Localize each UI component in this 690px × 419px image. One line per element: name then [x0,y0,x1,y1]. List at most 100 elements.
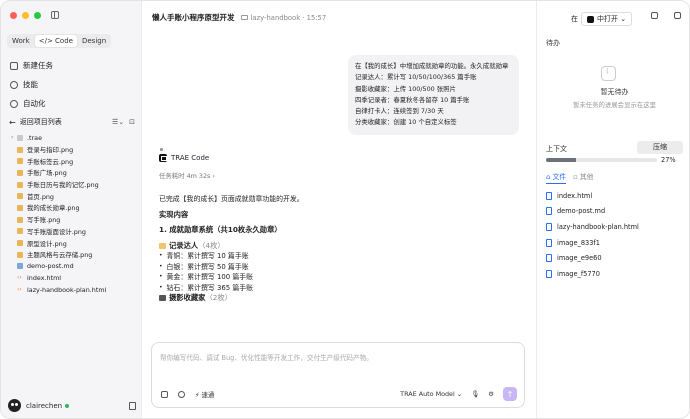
message-line: 分类收藏家：创建 10 个自定义标签 [355,118,457,127]
html-file-icon: ‹› [17,274,22,282]
terminal-icon[interactable] [651,12,658,19]
minimize-window-button[interactable] [22,12,29,19]
list-item-text: 钻石：累计撰写 365 篇手账 [166,283,253,292]
composer-left-tools: ⚡ 速通 [161,390,214,399]
mode-design[interactable]: Design [78,35,110,47]
tab-label: 文件 [552,173,567,181]
agent-name: TRAE Code [171,154,210,162]
group-count: （4枚） [198,240,225,250]
list-item[interactable]: index.html [546,188,639,204]
list-item[interactable]: image_833f1 [546,235,639,251]
mode-code[interactable]: </> Code [34,35,77,47]
user-message: 在【我的成长】中增加成就勋章的功能。永久成就勋章 记录达人：累计写 10/50/… [348,55,519,135]
list-item[interactable]: image_f5770 [546,266,639,282]
message-line: 记录达人：累计写 10/50/100/365 篇手账 [355,73,477,82]
model-selector[interactable]: TRAE Auto Model ⌄ [400,390,462,398]
open-in-label: 中打开 ⌄ [597,15,627,23]
file-tree-item[interactable]: 登录与指印.png [11,144,139,156]
open-in-prefix: 在 [571,15,578,23]
composer-right-tools: TRAE Auto Model ⌄ 🎙︎ ⚙︎ ↑ [400,387,517,401]
task-duration[interactable]: 任务耗时 4m 32s › [159,171,215,180]
microphone-icon[interactable]: 🎙︎ [471,390,479,398]
file-icon [546,269,552,278]
file-tree-item[interactable]: ‹› index.html [11,272,139,284]
sidebar-item-new-task[interactable]: 新建任务 [10,56,53,75]
docs-icon[interactable] [129,401,136,410]
task-title: 懒人手账小程序原型开发 [152,13,235,22]
badge-group-title: 记录达人（4枚） [159,241,519,252]
context-file-list: index.html demo-post.md lazy-handbook-pl… [546,188,639,282]
todo-empty-icon [601,66,616,81]
sidebar-toggle-icon[interactable] [51,11,59,19]
file-icon [546,207,552,216]
file-tree-tools: ☰⌄ ⊡ [112,118,135,126]
back-to-projects[interactable]: ← 返回项目列表 ☰⌄ ⊡ [9,117,135,127]
left-sidebar: Work </> Code Design 新建任务 技能 自动化 ← 返回项目列… [1,1,142,418]
attach-context-icon[interactable] [161,391,168,398]
group-label: 记录达人 [169,240,199,250]
file-tree-item[interactable]: 原型设计.png [11,237,139,249]
maximize-window-button[interactable] [34,12,41,19]
file-name: 手账日历与我的记忆.png [27,181,99,190]
image-file-icon [17,228,23,235]
agent-reply: 已完成【我的成长】页面成就勋章功能的开发。 实现内容 1. 成就勋章系统（共10… [159,194,519,304]
sidebar-item-skills[interactable]: 技能 [10,75,53,94]
context-file-name: image_833f1 [557,238,600,247]
image-file-icon [17,181,23,188]
new-file-icon[interactable]: ⊡ [129,118,135,126]
file-tree-item[interactable]: 我的成长勋章.png [11,202,139,214]
sidebar-item-label: 新建任务 [23,61,53,70]
context-file-name: image_e9e60 [557,254,602,263]
file-tree-item[interactable]: 主题风格与云存储.png [11,249,139,261]
file-tree-item[interactable]: ‹› lazy-handbook-plan.html [11,284,139,296]
compress-button[interactable]: 压缩 [637,141,683,154]
composer-placeholder: 帮你编写代码、调试 Bug、优化性能等开发工作，交付生产级代码产物。 [160,354,373,362]
send-button[interactable]: ↑ [503,387,517,401]
file-tree-item[interactable]: 手账日历与我的记忆.png [11,179,139,191]
file-tree-item[interactable]: 手账广场.png [11,167,139,179]
app-window: Work </> Code Design 新建任务 技能 自动化 ← 返回项目列… [0,0,690,419]
group-count: （2枚） [205,293,233,302]
user-profile[interactable]: clairechen [8,399,136,412]
html-file-icon: ‹› [17,285,22,293]
file-name: .trae [27,133,43,142]
file-tree-item[interactable]: demo-post.md [11,261,139,273]
list-item[interactable]: lazy-handbook-plan.html [546,219,639,235]
panel-layout-icon[interactable] [674,12,681,19]
file-name: demo-post.md [27,262,74,271]
todo-empty-subtitle: 暂未任务的进展会显示在这里 [572,101,657,109]
file-tree-item[interactable]: 写手账版面设计.png [11,226,139,238]
back-label: 返回项目列表 [19,118,62,126]
context-file-name: lazy-handbook-plan.html [557,222,639,231]
list-item[interactable]: image_e9e60 [546,250,639,266]
speed-mode-button[interactable]: ⚡ 速通 [195,390,214,399]
tab-other[interactable]: ▫ 其他 [573,171,593,184]
message-line: 摄影收藏家：上传 100/500 张照片 [355,84,456,93]
list-view-icon[interactable]: ☰⌄ [112,118,124,126]
file-tree-item[interactable]: 写手账.png [11,214,139,226]
back-arrow-icon: ← [9,117,16,127]
message-composer[interactable]: 帮你编写代码、调试 Bug、优化性能等开发工作，交付生产级代码产物。 ⚡ 速通 … [151,342,525,408]
skills-icon [10,80,18,89]
file-tree-item[interactable]: 首页.png [11,190,139,202]
file-icon [546,254,552,263]
tab-files[interactable]: ⌂ 文件 [546,171,567,184]
file-name: lazy-handbook-plan.html [27,285,107,294]
online-status-icon [65,403,70,408]
open-in-dropdown[interactable]: 中打开 ⌄ [581,12,633,26]
mode-work[interactable]: Work [8,35,34,47]
settings-sliders-icon[interactable]: ⚙︎ [488,390,494,398]
sidebar-item-automation[interactable]: 自动化 [10,94,53,113]
list-item[interactable]: demo-post.md [546,204,639,220]
context-heading: 上下文 [546,145,567,153]
badge-group-title: 摄影收藏家（2枚） [159,293,519,304]
file-tree-item[interactable]: › .trae [11,132,139,144]
panel-toolbar [651,12,681,19]
close-window-button[interactable] [10,12,17,19]
image-file-icon [17,146,23,153]
file-tree-item[interactable]: 手账标签云.png [11,155,139,167]
mention-icon[interactable] [178,391,185,398]
tab-label: 其他 [579,173,594,181]
open-in-bar: 在 中打开 ⌄ [571,12,633,26]
reply-subheading: 1. 成就勋章系统（共10枚永久勋章） [159,225,282,234]
